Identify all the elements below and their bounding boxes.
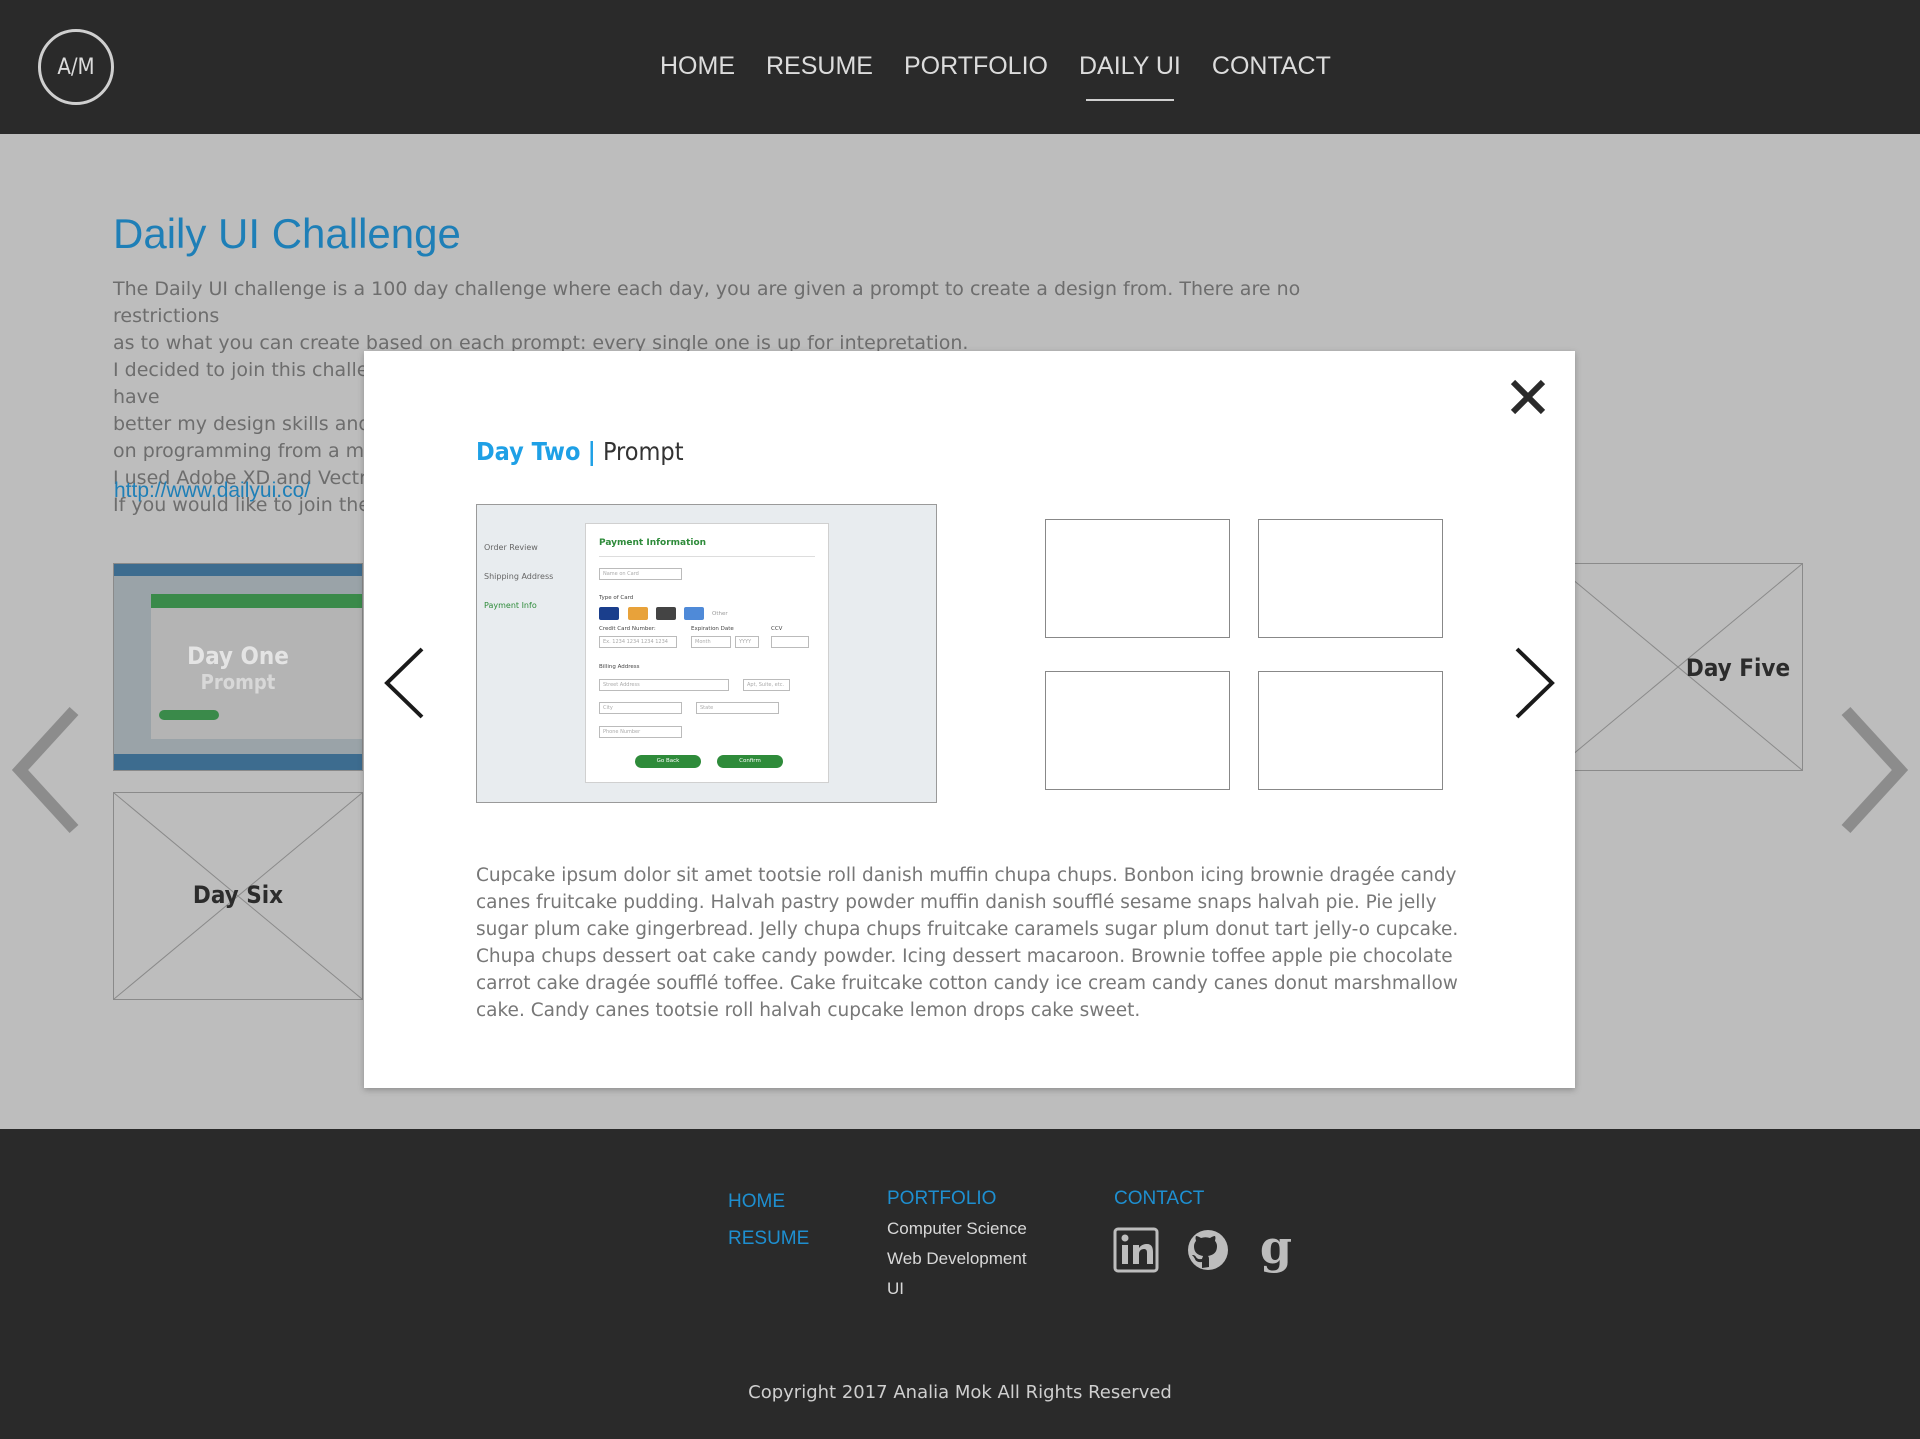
google-icon[interactable]: g (1253, 1227, 1299, 1273)
image-placeholder[interactable] (1045, 671, 1230, 790)
thumb-day-one-preview (114, 564, 362, 576)
thumb-day-six[interactable]: Day Six (113, 792, 363, 1000)
footer-contact-link[interactable]: CONTACT (1114, 1188, 1204, 1210)
shot-confirm-button: Confirm (717, 755, 783, 768)
modal-next-arrow[interactable] (1513, 646, 1557, 720)
close-icon[interactable] (1507, 376, 1549, 418)
thumb-day-five[interactable]: Day Five (1553, 563, 1803, 771)
shot-sidebar-item: Order Review (484, 543, 538, 552)
shot-street-input: Street Address (599, 679, 729, 691)
shot-city-input: City (599, 702, 682, 714)
page-title: Daily UI Challenge (113, 210, 461, 257)
nav-contact[interactable]: CONTACT (1212, 52, 1331, 81)
thumb-day-one-preview (151, 594, 362, 608)
github-icon[interactable] (1185, 1227, 1231, 1273)
svg-text:g: g (1260, 1227, 1292, 1273)
amex-icon (684, 607, 704, 620)
shot-cc-label: Credit Card Number: (599, 626, 656, 632)
thumb-day-six-label: Day Six (192, 881, 284, 909)
thumb-day-one-label: Day One Prompt (114, 642, 362, 694)
linkedin-icon[interactable] (1113, 1227, 1159, 1273)
shot-month-input: Month (691, 636, 731, 648)
modal-title-day: Day Two (476, 437, 581, 466)
footer-portfolio-cs[interactable]: Computer Science (887, 1219, 1027, 1239)
shot-state-select: State (696, 702, 779, 714)
image-placeholder[interactable] (1258, 519, 1443, 638)
shot-billing-label: Billing Address (599, 664, 640, 670)
intro-line: The Daily UI challenge is a 100 day chal… (113, 278, 1301, 327)
thumb-day-one-title: Day One (187, 642, 289, 670)
modal-title: Day Two | Prompt (476, 437, 684, 466)
dailyui-link[interactable]: http://www.dailyui.co/ (114, 479, 310, 503)
site-footer: HOME RESUME PORTFOLIO Computer Science W… (0, 1129, 1920, 1439)
shot-phone-input: Phone Number (599, 726, 682, 738)
modal-title-separator: | (587, 437, 596, 466)
shot-sidebar-item: Payment Info (484, 601, 537, 610)
shot-divider (599, 556, 815, 557)
shot-ccv-input (771, 636, 809, 648)
shot-exp-label: Expiration Date (691, 626, 734, 632)
nav-home[interactable]: HOME (660, 52, 735, 81)
footer-home-link[interactable]: HOME (728, 1191, 785, 1213)
shot-ccv-label: CCV (771, 626, 783, 632)
footer-resume-link[interactable]: RESUME (728, 1228, 809, 1250)
carousel-prev-arrow[interactable] (12, 705, 82, 835)
mastercard-icon (628, 607, 648, 620)
nav-portfolio[interactable]: PORTFOLIO (904, 52, 1048, 81)
thumb-day-one-preview (114, 754, 362, 770)
shot-payment-card: Payment Information Name on Card Type of… (585, 523, 829, 783)
nav-daily-ui[interactable]: DAILY UI (1079, 52, 1181, 101)
shot-apt-input: Apt, Suite, etc. (743, 679, 790, 691)
shot-cc-input: Ex. 1234 1234 1234 1234 (599, 636, 677, 648)
discover-icon (656, 607, 676, 620)
thumb-day-five-label: Day Five (1685, 654, 1791, 682)
nav-resume[interactable]: RESUME (766, 52, 873, 81)
modal-prev-arrow[interactable] (382, 646, 426, 720)
modal-title-prompt: Prompt (602, 437, 684, 466)
shot-type-label: Type of Card (599, 595, 634, 601)
thumb-day-one[interactable]: Day One Prompt (113, 563, 363, 771)
carousel-next-arrow[interactable] (1838, 705, 1908, 835)
site-header: A/M HOME RESUME PORTFOLIO DAILY UI CONTA… (0, 0, 1920, 134)
logo[interactable]: A/M (38, 29, 114, 105)
shot-sidebar-item: Shipping Address (484, 572, 554, 581)
shot-name-input: Name on Card (599, 568, 682, 580)
footer-portfolio-web[interactable]: Web Development (887, 1249, 1027, 1269)
shot-back-button: Go Back (635, 755, 701, 768)
main-nav: HOME RESUME PORTFOLIO DAILY UI CONTACT (660, 52, 1362, 101)
image-placeholder[interactable] (1258, 671, 1443, 790)
footer-portfolio-ui[interactable]: UI (887, 1279, 904, 1299)
image-placeholder[interactable] (1045, 519, 1230, 638)
thumb-day-one-preview (159, 710, 219, 720)
modal-description: Cupcake ipsum dolor sit amet tootsie rol… (476, 865, 1459, 1021)
shot-year-input: YYYY (735, 636, 759, 648)
thumb-day-one-sub: Prompt (200, 670, 276, 694)
shot-card-title: Payment Information (599, 538, 707, 548)
copyright-text: Copyright 2017 Analia Mok All Rights Res… (748, 1382, 1172, 1403)
shot-other-label: Other (712, 611, 728, 617)
visa-icon (599, 607, 619, 620)
design-screenshot[interactable]: Order Review Shipping Address Payment In… (476, 504, 937, 803)
day-modal: Day Two | Prompt Order Review Shipping A… (364, 351, 1575, 1088)
footer-portfolio-link[interactable]: PORTFOLIO (887, 1188, 996, 1210)
